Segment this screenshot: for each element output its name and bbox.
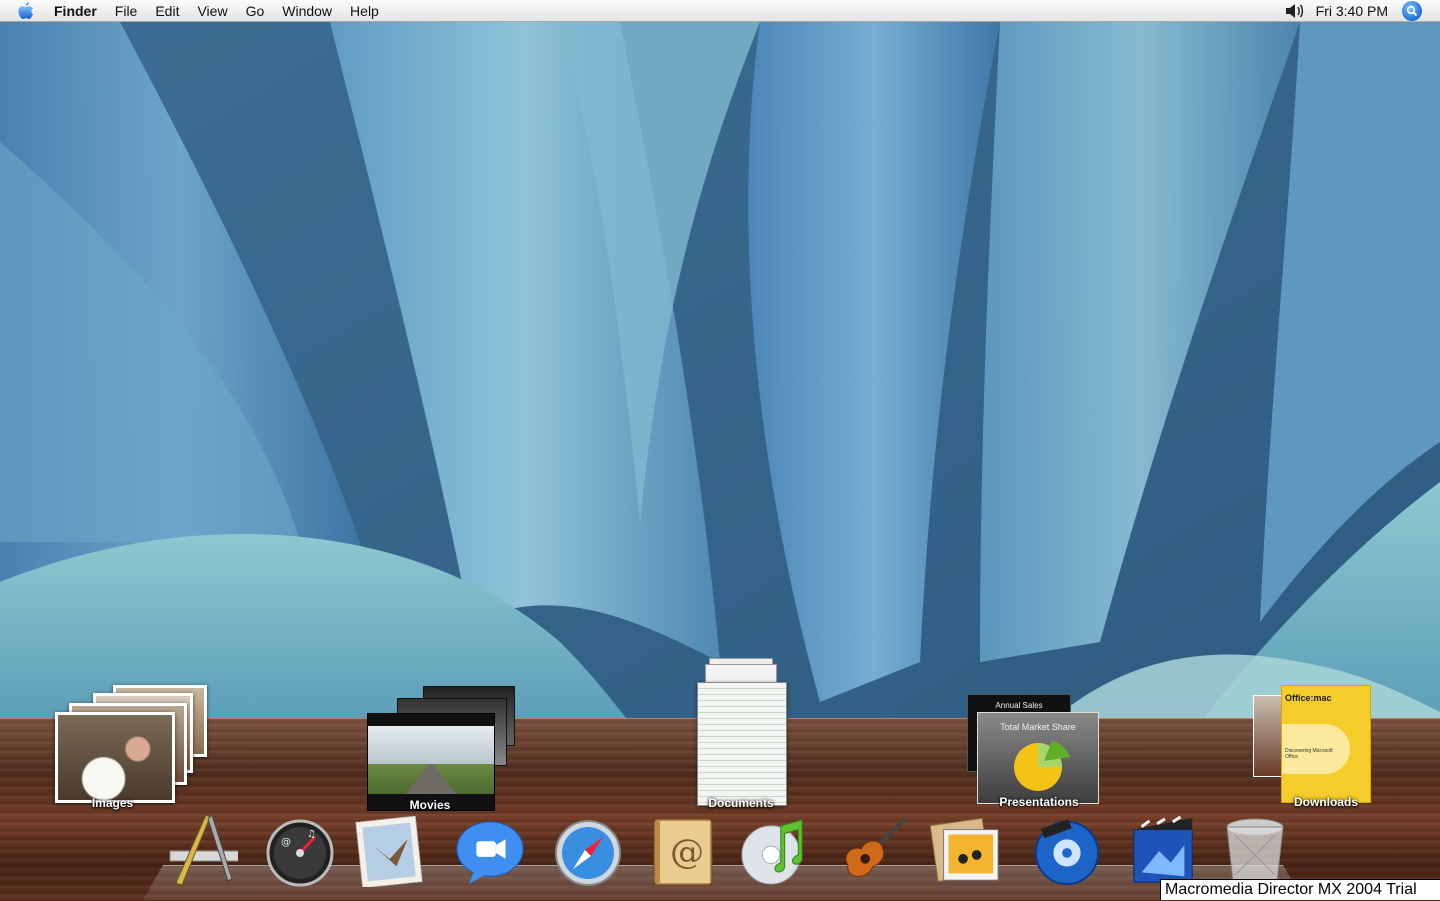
stack-images[interactable]: Images	[55, 685, 210, 810]
svg-text:@: @	[281, 837, 291, 848]
slide-title: Total Market Share	[1000, 722, 1076, 732]
svg-text:♫: ♫	[307, 829, 316, 840]
pie-chart-icon	[1014, 741, 1070, 791]
menu-bar: Finder File Edit View Go Window Help Fri…	[0, 0, 1440, 22]
menu-edit[interactable]: Edit	[146, 0, 188, 22]
stack-documents[interactable]: Documents	[695, 658, 790, 810]
address-book-icon[interactable]: @	[648, 815, 718, 887]
menu-finder[interactable]: Finder	[46, 0, 106, 22]
menu-view[interactable]: View	[188, 0, 236, 22]
volume-icon[interactable]	[1284, 2, 1306, 20]
spotlight-icon[interactable]	[1402, 0, 1422, 21]
trial-banner: Macromedia Director MX 2004 Trial	[1160, 879, 1440, 900]
office-mac-card: Office:mac Discovering Microsoft Office	[1281, 685, 1371, 803]
ichat-icon[interactable]	[455, 815, 525, 887]
menu-help[interactable]: Help	[341, 0, 388, 22]
trash-icon[interactable]	[1220, 815, 1290, 887]
xcode-icon[interactable]	[168, 815, 238, 887]
slide-card: Total Market Share	[977, 712, 1099, 804]
document-page	[697, 682, 787, 806]
menu-clock[interactable]: Fri 3:40 PM	[1316, 3, 1388, 19]
menu-go[interactable]: Go	[237, 0, 274, 22]
stack-downloads[interactable]: Office:mac Discovering Microsoft Office …	[1253, 685, 1373, 810]
office-brand: Office:mac	[1285, 693, 1332, 703]
photo-card	[55, 712, 175, 803]
safari-icon[interactable]	[553, 815, 623, 887]
stack-presentations[interactable]: Annual Sales Total Market Share Presenta…	[967, 694, 1102, 812]
menu-window[interactable]: Window	[273, 0, 341, 22]
office-subtitle: Discovering Microsoft Office	[1285, 748, 1333, 760]
stack-label: Presentations	[999, 795, 1079, 809]
movie-frame	[367, 713, 495, 811]
stack-label: Documents	[708, 796, 774, 810]
svg-text:@: @	[670, 832, 704, 872]
menu-file[interactable]: File	[106, 0, 147, 22]
imovie-icon[interactable]	[1128, 815, 1198, 887]
stack-label: Images	[91, 796, 134, 810]
stack-label: Downloads	[1293, 795, 1358, 809]
dashboard-icon[interactable]: @ ♫	[265, 815, 335, 887]
apple-menu-icon[interactable]	[18, 1, 36, 21]
mail-icon[interactable]	[355, 815, 425, 887]
idvd-icon[interactable]	[1032, 815, 1102, 887]
stack-label: Movies	[409, 798, 451, 812]
itunes-icon[interactable]	[738, 815, 808, 887]
garageband-icon[interactable]	[838, 815, 908, 887]
stack-movies[interactable]: Movies	[367, 686, 517, 812]
iphoto-icon[interactable]	[930, 815, 1000, 887]
